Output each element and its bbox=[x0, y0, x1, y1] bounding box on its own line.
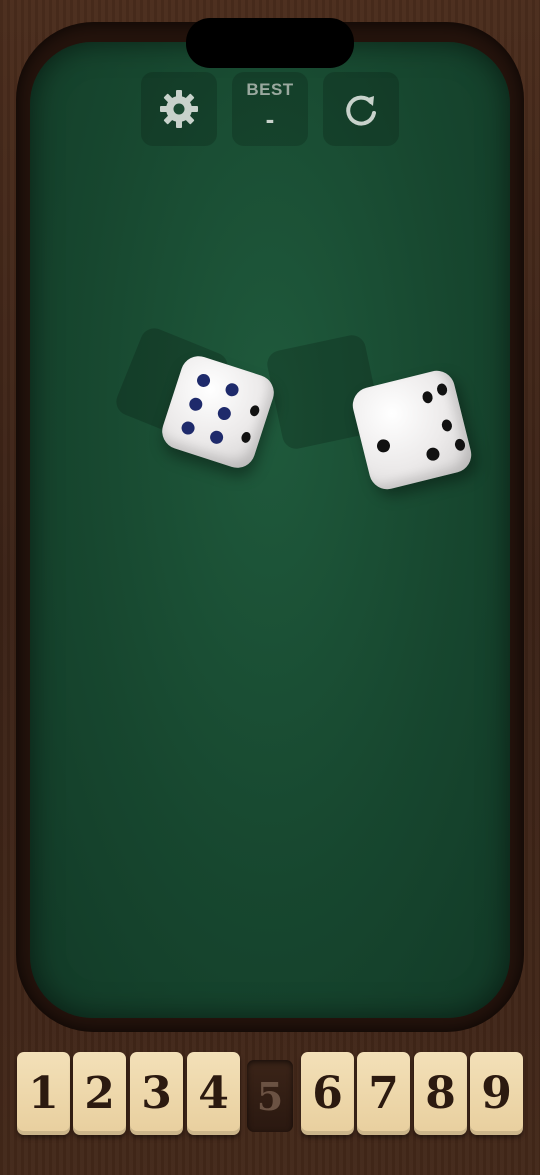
tile-3[interactable]: 3 bbox=[130, 1052, 183, 1135]
die-pip bbox=[195, 372, 212, 389]
die-side-pip bbox=[240, 430, 253, 445]
tile-4[interactable]: 4 bbox=[187, 1052, 240, 1135]
die-pip bbox=[208, 429, 225, 446]
die-side-pip bbox=[421, 390, 434, 405]
tile-8[interactable]: 8 bbox=[414, 1052, 467, 1135]
die-side-pip bbox=[248, 404, 261, 418]
settings-button[interactable] bbox=[141, 72, 217, 146]
tile-2[interactable]: 2 bbox=[73, 1052, 126, 1135]
die-side-pip bbox=[435, 382, 449, 397]
tile-6[interactable]: 6 bbox=[301, 1052, 354, 1135]
tile-7[interactable]: 7 bbox=[357, 1052, 410, 1135]
camera-notch bbox=[186, 18, 354, 68]
tile-1[interactable]: 1 bbox=[17, 1052, 70, 1135]
die-pip bbox=[375, 437, 392, 454]
restart-button[interactable] bbox=[323, 72, 399, 146]
felt-board bbox=[30, 42, 510, 1018]
die-side-pip bbox=[453, 437, 467, 452]
die-pip bbox=[425, 446, 441, 463]
tile-5-shut[interactable]: 5 bbox=[247, 1060, 293, 1132]
refresh-icon bbox=[346, 95, 376, 126]
die-pip bbox=[179, 419, 197, 437]
die-pip bbox=[223, 381, 241, 398]
best-score-label: BEST bbox=[246, 80, 294, 99]
die-side-pip bbox=[440, 418, 454, 433]
die-pip bbox=[187, 396, 204, 413]
die-pip bbox=[216, 405, 233, 422]
tile-9[interactable]: 9 bbox=[470, 1052, 523, 1135]
best-score-value: - bbox=[265, 104, 275, 134]
number-tiles: 1 2 3 4 5 6 7 8 9 bbox=[15, 1052, 525, 1138]
gear-icon bbox=[160, 90, 198, 128]
